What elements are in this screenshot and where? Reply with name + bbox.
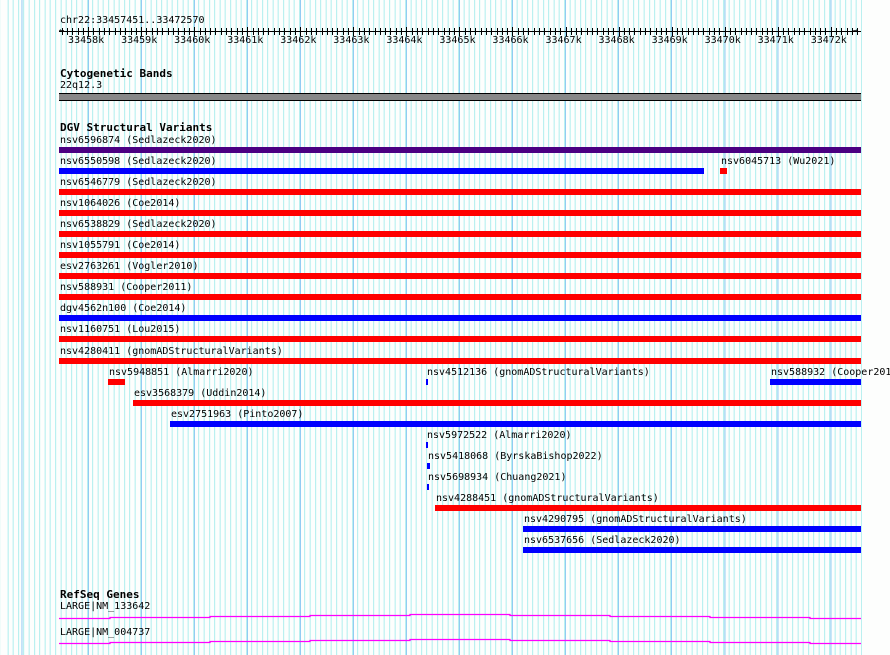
gene-model-nm-004737[interactable]: [59, 638, 861, 645]
gene-model-nm-133642[interactable]: [59, 613, 861, 620]
gene-models: [59, 613, 861, 645]
